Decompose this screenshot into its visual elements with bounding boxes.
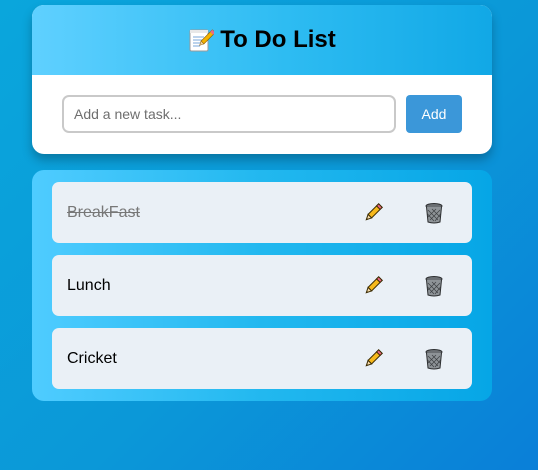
header-card: To Do List Add [32, 5, 492, 154]
task-text[interactable]: BreakFast [67, 204, 140, 222]
add-task-form: Add [62, 95, 462, 133]
trash-icon [425, 202, 443, 223]
page-title: To Do List [220, 26, 336, 53]
edit-button[interactable] [360, 346, 386, 372]
memo-icon [188, 27, 216, 53]
pencil-icon [365, 275, 383, 294]
task-item: BreakFast [52, 182, 472, 243]
task-text[interactable]: Cricket [67, 350, 117, 368]
pencil-icon [365, 348, 383, 367]
task-item: Cricket [52, 328, 472, 389]
trash-icon [425, 275, 443, 296]
pencil-icon [365, 202, 383, 221]
task-text[interactable]: Lunch [67, 277, 111, 295]
edit-button[interactable] [360, 200, 386, 226]
delete-button[interactable] [421, 346, 447, 372]
header-banner: To Do List [32, 5, 492, 75]
trash-icon [425, 348, 443, 369]
delete-button[interactable] [421, 200, 447, 226]
new-task-input[interactable] [62, 95, 396, 133]
task-item: Lunch [52, 255, 472, 316]
edit-button[interactable] [360, 273, 386, 299]
add-task-button[interactable]: Add [406, 95, 462, 133]
task-list: BreakFast Lunch Cricket [32, 170, 492, 401]
delete-button[interactable] [421, 273, 447, 299]
